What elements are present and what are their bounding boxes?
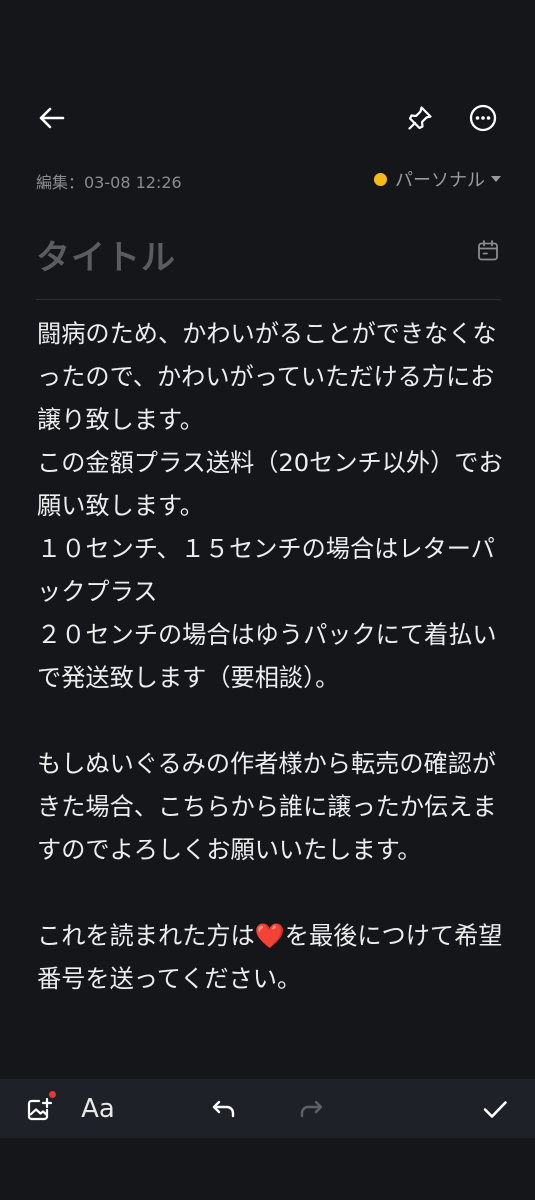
- title-input[interactable]: タイトル: [36, 230, 176, 279]
- arrow-left-icon: [39, 107, 65, 129]
- category-color-dot: [374, 172, 387, 186]
- undo-button[interactable]: [204, 1089, 244, 1129]
- pin-icon: [408, 106, 432, 130]
- redo-icon: [300, 1100, 323, 1118]
- note-body[interactable]: 闘病のため、かわいがることができなくなったので、かわいがっていただける方にお譲り…: [37, 313, 512, 1001]
- image-add-icon: [27, 1097, 53, 1121]
- pin-button[interactable]: [400, 98, 440, 138]
- insert-image-button[interactable]: [20, 1089, 60, 1129]
- check-icon: [483, 1101, 507, 1118]
- redo-button[interactable]: [291, 1089, 331, 1129]
- category-selector[interactable]: パーソナル: [374, 166, 501, 192]
- title-divider: [36, 299, 501, 300]
- category-label: パーソナル: [395, 170, 485, 191]
- done-button[interactable]: [475, 1089, 515, 1129]
- title-row: タイトル: [36, 226, 501, 282]
- editor-toolbar: Aa: [0, 1079, 535, 1138]
- more-horizontal-icon: [469, 104, 497, 132]
- calendar-icon: [478, 240, 498, 261]
- edited-timestamp: 編集：03-08 12:26: [36, 173, 182, 192]
- notification-dot: [49, 1091, 56, 1098]
- top-bar: [0, 92, 535, 144]
- undo-icon: [212, 1100, 235, 1118]
- caret-down-icon: [491, 176, 501, 182]
- note-meta: 編集：03-08 12:26 パーソナル: [36, 166, 501, 194]
- calendar-button[interactable]: [475, 238, 501, 264]
- more-options-button[interactable]: [463, 98, 503, 138]
- text-format-button[interactable]: Aa: [78, 1089, 118, 1129]
- back-button[interactable]: [32, 98, 72, 138]
